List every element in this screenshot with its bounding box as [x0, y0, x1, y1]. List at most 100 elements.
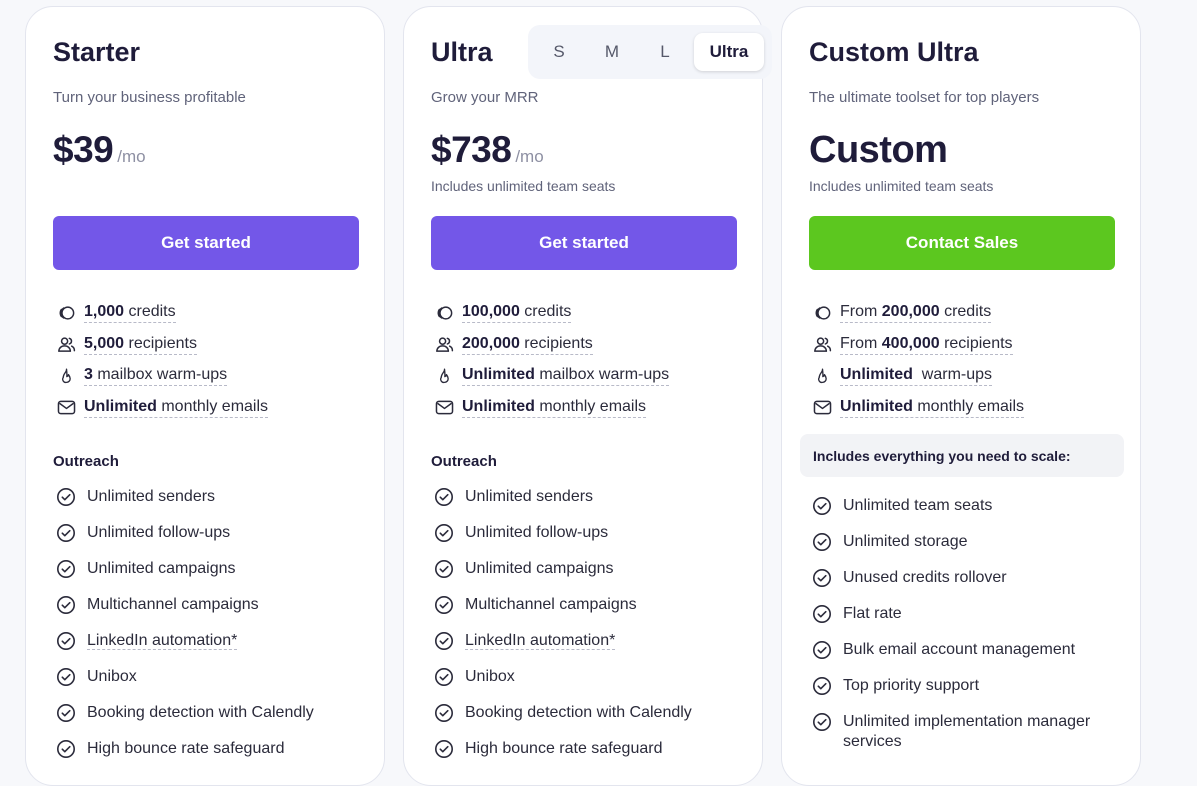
feature-item: Unlimited implementation manager service…: [809, 712, 1113, 758]
feature-item: LinkedIn automation*: [53, 631, 314, 667]
quota-text[interactable]: Unlimited mailbox warm-ups: [462, 366, 670, 387]
quota-text[interactable]: 3 mailbox warm-ups: [84, 366, 228, 387]
flame-icon: [56, 366, 76, 386]
feature-label: Multichannel campaigns: [87, 596, 259, 613]
feature-text: Unlimited follow-ups: [465, 523, 608, 543]
includes-banner: Includes everything you need to scale:: [800, 434, 1124, 477]
quota-item: 1,000 credits: [53, 297, 268, 329]
price-amount: $738: [431, 129, 512, 170]
quota-value: 200,000: [881, 302, 940, 320]
feature-item: Unused credits rollover: [809, 568, 1113, 604]
size-option-ultra[interactable]: Ultra: [694, 33, 764, 71]
feature-item: Bulk email account management: [809, 640, 1113, 676]
quota-value: Unlimited: [462, 366, 535, 384]
quota-item: 200,000 recipients: [431, 329, 669, 361]
feature-text: High bounce rate safeguard: [465, 739, 662, 759]
quota-item: 5,000 recipients: [53, 329, 268, 361]
feature-item: Top priority support: [809, 676, 1113, 712]
quota-item: 100,000 credits: [431, 297, 669, 329]
quota-value: Unlimited: [462, 397, 535, 415]
quota-label: monthly emails: [534, 397, 647, 415]
quota-text[interactable]: Unlimited monthly emails: [84, 398, 269, 418]
check-circle-icon: [434, 595, 454, 615]
check-circle-icon: [434, 667, 454, 687]
contact-sales-button[interactable]: Contact Sales: [809, 216, 1115, 270]
feature-text: Unused credits rollover: [843, 568, 1007, 588]
feature-item: Unlimited senders: [431, 487, 692, 523]
team-seats-note: Includes unlimited team seats: [431, 178, 616, 194]
get-started-button[interactable]: Get started: [431, 216, 737, 270]
quota-text[interactable]: From 200,000 credits: [840, 302, 992, 323]
check-circle-icon: [434, 523, 454, 543]
section-heading-outreach: Outreach: [53, 453, 119, 470]
quota-item: Unlimited warm-ups: [809, 360, 1024, 392]
feature-text: Unlimited campaigns: [87, 559, 236, 579]
feature-item: High bounce rate safeguard: [431, 739, 692, 775]
quota-text[interactable]: 100,000 credits: [462, 303, 572, 323]
feature-text: Unlimited team seats: [843, 496, 992, 516]
flame-icon: [434, 366, 454, 386]
quota-text[interactable]: 1,000 credits: [84, 303, 176, 323]
feature-item: Unibox: [431, 667, 692, 703]
feature-text: Unlimited senders: [87, 487, 215, 507]
feature-item: Unlimited campaigns: [431, 559, 692, 595]
feature-item: Unlimited campaigns: [53, 559, 314, 595]
feature-text: Unlimited follow-ups: [87, 523, 230, 543]
size-option-s[interactable]: S: [536, 33, 582, 71]
quota-value: 400,000: [881, 334, 940, 352]
feature-label: Unlimited senders: [87, 488, 216, 505]
feature-text: Unlimited implementation manager service…: [843, 712, 1113, 752]
feature-text[interactable]: LinkedIn automation*: [465, 631, 616, 651]
price-amount: Custom: [809, 129, 948, 171]
feature-label: Unlimited follow-ups: [87, 524, 231, 541]
quota-value: Unlimited: [840, 366, 913, 384]
get-started-button[interactable]: Get started: [53, 216, 359, 270]
check-circle-icon: [812, 712, 832, 732]
size-option-l[interactable]: L: [642, 33, 688, 71]
feature-text[interactable]: LinkedIn automation*: [87, 631, 238, 651]
feature-label: Unibox: [87, 668, 137, 685]
plan-title: Custom Ultra: [809, 37, 979, 67]
quota-text[interactable]: Unlimited monthly emails: [840, 397, 1025, 418]
check-circle-icon: [434, 739, 454, 759]
feature-text: Unlimited storage: [843, 532, 968, 552]
quota-text[interactable]: 200,000 recipients: [462, 335, 593, 355]
feature-text: Booking detection with Calendly: [87, 703, 314, 723]
quota-label: recipients: [124, 334, 197, 352]
feature-label: Unlimited senders: [465, 488, 594, 505]
feature-label: High bounce rate safeguard: [465, 740, 663, 757]
feature-list: Unlimited senders Unlimited follow-ups Unl…: [431, 487, 692, 775]
mail-icon: [434, 398, 454, 418]
quota-item: From 400,000 recipients: [809, 329, 1024, 361]
users-icon: [434, 335, 454, 355]
coins-icon: [434, 303, 454, 323]
quota-item: Unlimited mailbox warm-ups: [431, 360, 670, 392]
quota-item: From 200,000 credits: [809, 297, 1024, 329]
plan-title: Starter: [53, 37, 141, 67]
feature-text: Unlimited campaigns: [465, 559, 614, 579]
feature-item: Booking detection with Calendly: [53, 703, 314, 739]
size-option-m[interactable]: M: [589, 33, 635, 71]
feature-item: High bounce rate safeguard: [53, 739, 314, 775]
check-circle-icon: [812, 532, 832, 552]
feature-label: Unlimited implementation manager service…: [843, 713, 1091, 750]
plan-title: Ultra: [431, 37, 493, 67]
feature-text: Unlimited senders: [465, 487, 593, 507]
feature-item: Unlimited team seats: [809, 496, 1113, 532]
plan-card-ultra: Ultra S M L Ultra Grow your MRR $738/mo …: [403, 6, 772, 786]
check-circle-icon: [434, 703, 454, 723]
quota-text[interactable]: Unlimited warm-ups: [840, 366, 993, 387]
coins-icon: [812, 303, 832, 323]
quota-text[interactable]: From 400,000 recipients: [840, 335, 1013, 355]
quota-text[interactable]: Unlimited monthly emails: [462, 397, 647, 418]
check-circle-icon: [56, 595, 76, 615]
quota-label: mailbox warm-ups: [534, 366, 670, 384]
feature-label: Unibox: [465, 668, 515, 685]
feature-item: Unlimited follow-ups: [431, 523, 692, 559]
feature-label: LinkedIn automation*: [465, 632, 616, 650]
feature-item: Unibox: [53, 667, 314, 703]
quota-text[interactable]: 5,000 recipients: [84, 335, 197, 355]
feature-label: Bulk email account management: [843, 641, 1076, 658]
feature-label: Unused credits rollover: [843, 569, 1007, 586]
quota-value: Unlimited: [840, 397, 913, 415]
